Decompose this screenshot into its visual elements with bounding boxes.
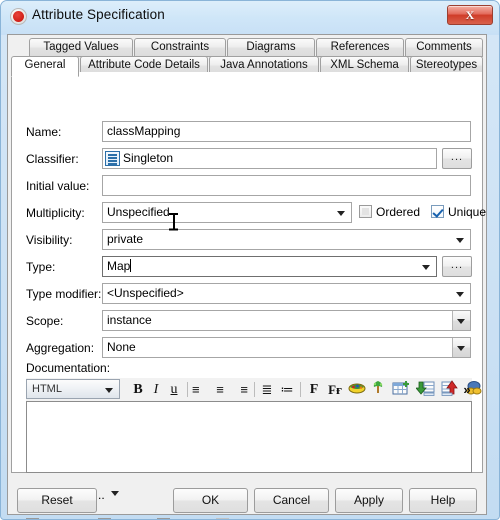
scope-label: Scope: <box>26 314 64 328</box>
underline-icon[interactable]: u <box>166 380 182 399</box>
ordered-list-icon[interactable]: ≣ <box>259 380 275 399</box>
close-button[interactable]: X <box>447 5 493 25</box>
align-center-icon[interactable]: ≡ <box>212 380 228 399</box>
title-bar: S Attribute Specification X <box>1 1 499 33</box>
insert-table-icon[interactable] <box>392 380 412 399</box>
aggregation-value: None <box>107 340 136 354</box>
ok-button[interactable]: OK <box>173 488 248 513</box>
aggregation-label: Aggregation: <box>26 341 95 355</box>
tab-tagged-values[interactable]: Tagged Values <box>29 38 133 57</box>
chevron-down-icon <box>456 292 464 297</box>
multiplicity-label: Multiplicity: <box>26 206 85 220</box>
tab-general[interactable]: General <box>11 56 79 77</box>
class-icon <box>105 151 120 166</box>
chevron-down-icon <box>456 238 464 243</box>
classifier-input[interactable]: Singleton <box>102 148 437 169</box>
documentation-textarea[interactable] <box>26 401 472 473</box>
type-modifier-combo[interactable]: <Unspecified> <box>102 283 471 304</box>
type-combo[interactable]: Map <box>102 256 437 277</box>
bold-icon[interactable]: B <box>130 380 146 399</box>
ordered-checkbox[interactable]: Ordered <box>359 205 420 220</box>
font-size-icon[interactable]: Fғ <box>325 380 345 399</box>
unordered-list-icon[interactable]: ≔ <box>279 380 295 399</box>
close-icon: X <box>465 8 475 22</box>
visibility-label: Visibility: <box>26 233 73 247</box>
initial-value-label: Initial value: <box>26 179 90 193</box>
attribute-specification-dialog: S Attribute Specification X Tagged Value… <box>0 0 500 520</box>
toolbar-separator <box>187 382 188 397</box>
dialog-button-bar: Reset OK Cancel Apply Help <box>7 482 487 519</box>
toolbar-separator <box>300 382 301 397</box>
scope-combo[interactable]: instance <box>102 310 471 331</box>
documentation-label: Documentation: <box>26 361 111 375</box>
toolbar-separator <box>254 382 255 397</box>
name-label: Name: <box>26 125 62 139</box>
align-left-icon[interactable]: ≡ <box>192 380 208 399</box>
chevron-down-icon <box>337 211 345 216</box>
multiplicity-combo[interactable]: Unspecified <box>102 202 352 223</box>
type-modifier-label: Type modifier: <box>26 287 102 301</box>
type-modifier-value: <Unspecified> <box>107 286 184 300</box>
italic-icon[interactable]: I <box>148 380 164 399</box>
unique-checkbox[interactable]: Unique <box>431 205 486 220</box>
classifier-label: Classifier: <box>26 152 79 166</box>
tab-constraints[interactable]: Constraints <box>134 38 226 57</box>
initial-value-input[interactable] <box>102 175 471 196</box>
general-tab-pane: Name: classMapping Classifier: Singleton… <box>11 72 486 519</box>
argouml-logo-icon: S <box>10 8 27 25</box>
chevron-down-icon <box>452 311 470 330</box>
help-button[interactable]: Help <box>409 488 477 513</box>
text-color-icon[interactable] <box>348 380 366 399</box>
dialog-content: Tagged Values Constraints Diagrams Refer… <box>7 34 487 519</box>
type-label: Type: <box>26 260 56 274</box>
format-value: HTML <box>32 383 62 395</box>
cancel-button[interactable]: Cancel <box>254 488 329 513</box>
insert-row-icon[interactable] <box>415 380 436 399</box>
checkbox-box <box>431 205 444 218</box>
classifier-browse-button[interactable]: ... <box>442 148 472 169</box>
text-caret <box>130 259 132 272</box>
multiplicity-value: Unspecified <box>107 205 170 219</box>
tab-row-secondary: Tagged Values Constraints Diagrams Refer… <box>11 38 483 57</box>
documentation-toolbar: HTML B I u ≡ ≡ ≡ ≣ ≔ F Fғ <box>26 378 482 402</box>
chevron-down-icon <box>452 338 470 357</box>
window-title: Attribute Specification <box>32 7 165 22</box>
name-input[interactable]: classMapping <box>102 121 471 142</box>
checkbox-box <box>359 205 372 218</box>
type-browse-button[interactable]: ... <box>442 256 472 277</box>
tab-comments[interactable]: Comments <box>405 38 483 57</box>
align-right-icon[interactable]: ≡ <box>232 380 248 399</box>
chevron-down-icon <box>422 265 430 270</box>
overflow-chevron-icon[interactable]: » <box>459 380 475 399</box>
insert-column-icon[interactable] <box>440 380 460 399</box>
aggregation-combo[interactable]: None <box>102 337 471 358</box>
unique-label: Unique <box>448 205 487 219</box>
type-value: Map <box>107 259 131 273</box>
font-family-icon[interactable]: F <box>306 380 322 399</box>
chevron-down-icon <box>105 388 113 393</box>
highlight-color-icon[interactable] <box>370 380 386 399</box>
visibility-combo[interactable]: private <box>102 229 471 250</box>
tab-strip: Tagged Values Constraints Diagrams Refer… <box>11 38 483 77</box>
format-combo[interactable]: HTML <box>26 379 120 399</box>
reset-button[interactable]: Reset <box>17 488 97 513</box>
apply-button[interactable]: Apply <box>335 488 403 513</box>
scope-value: instance <box>107 313 152 327</box>
classifier-value: Singleton <box>123 151 174 165</box>
visibility-value: private <box>107 232 144 246</box>
tab-diagrams[interactable]: Diagrams <box>227 38 315 57</box>
tab-references[interactable]: References <box>316 38 404 57</box>
ordered-label: Ordered <box>376 205 421 219</box>
